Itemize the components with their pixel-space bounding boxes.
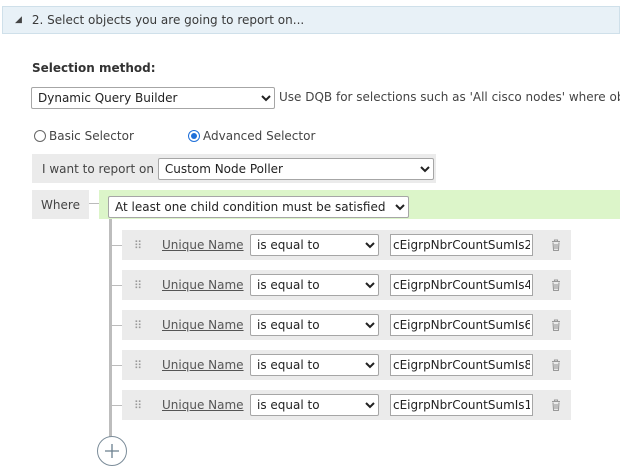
trash-icon[interactable] xyxy=(549,398,563,412)
where-label: Where xyxy=(32,190,89,219)
condition-row: ⠿ Unique Name is equal to xyxy=(122,270,571,300)
basic-selector-label: Basic Selector xyxy=(49,129,134,143)
selection-method-label: Selection method: xyxy=(32,61,156,75)
drag-handle-icon[interactable]: ⠿ xyxy=(134,279,144,292)
section-header[interactable]: ◢ 2. Select objects you are going to rep… xyxy=(2,6,620,34)
row-connector xyxy=(110,325,122,326)
add-condition-button[interactable] xyxy=(97,436,127,466)
advanced-selector-option[interactable]: Advanced Selector xyxy=(188,129,315,143)
trash-icon[interactable] xyxy=(549,238,563,252)
collapse-triangle-icon[interactable]: ◢ xyxy=(15,15,22,25)
condition-row: ⠿ Unique Name is equal to xyxy=(122,350,571,380)
selection-method-help: Use DQB for selections such as 'All cisc… xyxy=(279,90,620,104)
row-connector xyxy=(110,365,122,366)
trash-icon[interactable] xyxy=(549,358,563,372)
advanced-selector-label: Advanced Selector xyxy=(203,129,316,143)
condition-operator-select[interactable]: is equal to xyxy=(250,234,379,256)
condition-tree-line xyxy=(109,219,112,439)
condition-field-link[interactable]: Unique Name xyxy=(162,238,244,252)
drag-handle-icon[interactable]: ⠿ xyxy=(134,399,144,412)
drag-handle-icon[interactable]: ⠿ xyxy=(134,359,144,372)
condition-value-input[interactable] xyxy=(390,234,533,256)
condition-value-input[interactable] xyxy=(390,394,533,416)
condition-operator-select[interactable]: is equal to xyxy=(250,354,379,376)
condition-row: ⠿ Unique Name is equal to xyxy=(122,390,571,420)
report-on-row: I want to report on Custom Node Poller xyxy=(32,154,436,183)
drag-handle-icon[interactable]: ⠿ xyxy=(134,239,144,252)
condition-operator-select[interactable]: is equal to xyxy=(250,274,379,296)
basic-selector-radio[interactable] xyxy=(34,130,46,142)
row-connector xyxy=(110,245,122,246)
condition-value-input[interactable] xyxy=(390,274,533,296)
condition-value-input[interactable] xyxy=(390,314,533,336)
group-condition-select[interactable]: At least one child condition must be sat… xyxy=(108,196,409,218)
condition-value-input[interactable] xyxy=(390,354,533,376)
advanced-selector-radio[interactable] xyxy=(188,130,200,142)
condition-row: ⠿ Unique Name is equal to xyxy=(122,310,571,340)
condition-operator-select[interactable]: is equal to xyxy=(250,314,379,336)
trash-icon[interactable] xyxy=(549,318,563,332)
section-title: 2. Select objects you are going to repor… xyxy=(31,13,305,27)
drag-handle-icon[interactable]: ⠿ xyxy=(134,319,144,332)
trash-icon[interactable] xyxy=(549,278,563,292)
report-on-select[interactable]: Custom Node Poller xyxy=(157,157,434,180)
condition-field-link[interactable]: Unique Name xyxy=(162,278,244,292)
plus-circle-icon xyxy=(105,444,119,458)
basic-selector-option[interactable]: Basic Selector xyxy=(34,129,134,143)
condition-row: ⠿ Unique Name is equal to xyxy=(122,230,571,260)
row-connector xyxy=(110,285,122,286)
selection-method-select[interactable]: Dynamic Query Builder xyxy=(31,87,275,109)
row-connector xyxy=(110,405,122,406)
condition-field-link[interactable]: Unique Name xyxy=(162,398,244,412)
condition-field-link[interactable]: Unique Name xyxy=(162,358,244,372)
condition-operator-select[interactable]: is equal to xyxy=(250,394,379,416)
condition-field-link[interactable]: Unique Name xyxy=(162,318,244,332)
report-on-label: I want to report on xyxy=(42,161,154,176)
